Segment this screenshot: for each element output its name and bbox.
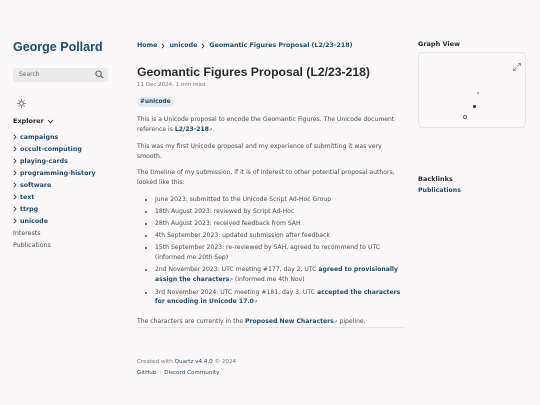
breadcrumb-current: Geomantic Figures Proposal (L2/23-218): [209, 42, 353, 49]
breadcrumb: Home unicode Geomantic Figures Proposal …: [137, 42, 353, 49]
list-item: 28th August 2023: received feedback from…: [155, 219, 405, 229]
search-input[interactable]: Search: [13, 68, 108, 82]
explorer-folder-unicode[interactable]: unicode: [13, 215, 96, 227]
site-title[interactable]: George Pollard: [13, 40, 103, 54]
search-placeholder: Search: [19, 71, 40, 78]
explorer-toggle[interactable]: Explorer: [13, 117, 54, 125]
footer-separator: |: [159, 370, 162, 376]
github-link[interactable]: GitHub: [137, 370, 156, 376]
chevron-right-icon: [13, 146, 17, 152]
folder-label: occult-computing: [20, 145, 82, 153]
external-link-icon: ↗: [208, 127, 213, 133]
timeline-list: June 2023: submitted to the Unicode Scri…: [137, 195, 405, 309]
created-with-text: Created with: [137, 359, 173, 365]
explorer-folder-text[interactable]: text: [13, 191, 96, 203]
folder-label: software: [20, 181, 52, 189]
chevron-right-icon: [13, 134, 17, 140]
graph-node[interactable]: [477, 92, 479, 94]
chevron-right-icon: [201, 43, 205, 48]
chevron-right-icon: [161, 43, 166, 48]
file-label: Publications: [13, 241, 51, 249]
graph-view[interactable]: [418, 52, 526, 128]
explorer-folder-ttrpg[interactable]: ttrpg: [13, 203, 96, 215]
folder-label: campaigns: [20, 133, 59, 141]
graph-view-heading: Graph View: [418, 40, 461, 48]
graph-node-current[interactable]: [473, 105, 476, 108]
explorer-folder-occult-computing[interactable]: occult-computing: [13, 143, 96, 155]
breadcrumb-unicode[interactable]: unicode: [169, 42, 197, 49]
explorer-folder-campaigns[interactable]: campaigns: [13, 131, 96, 143]
explorer-heading: Explorer: [13, 117, 44, 125]
backlink-publications[interactable]: Publications: [418, 187, 461, 194]
discord-link[interactable]: Discord Community: [164, 370, 219, 376]
list-item: 18th August 2023: reviewed by Script Ad-…: [155, 207, 405, 217]
doc-ref-link[interactable]: L2/23-218: [175, 126, 209, 133]
folder-label: programming-history: [20, 169, 96, 177]
theme-toggle-sun-icon[interactable]: [17, 93, 26, 112]
explorer-tree: campaigns occult-computing playing-cards…: [13, 131, 96, 251]
explorer-folder-software[interactable]: software: [13, 179, 96, 191]
graph-node[interactable]: [463, 115, 467, 119]
article-body: This is a Unicode proposal to encode the…: [137, 115, 405, 335]
closing-text: pipeline.: [339, 318, 366, 326]
chevron-right-icon: [13, 170, 17, 176]
chevron-right-icon: [13, 158, 17, 164]
chevron-down-icon: [47, 119, 54, 123]
proposed-new-characters-link[interactable]: Proposed New Characters: [245, 318, 334, 325]
backlinks-heading: Backlinks: [418, 175, 453, 183]
tag-unicode[interactable]: #unicode: [137, 97, 174, 107]
explorer-folder-playing-cards[interactable]: playing-cards: [13, 155, 96, 167]
explorer-folder-programming-history[interactable]: programming-history: [13, 167, 96, 179]
divider: [137, 327, 405, 328]
experience-paragraph: This was my first Unicode proposal and m…: [137, 143, 382, 160]
article-meta: 11 Dec 2024, 1 min read: [137, 82, 206, 88]
article-date: 11 Dec 2024: [137, 82, 173, 88]
timeline-text: 2nd November 2023: UTC meeting #177, day…: [155, 266, 317, 274]
folder-label: unicode: [20, 217, 48, 225]
external-link-icon: ↗: [333, 320, 338, 326]
chevron-right-icon: [13, 182, 17, 188]
footer-credit: Created with Quartz v4.4.0 © 2024: [137, 357, 236, 368]
footer-links: GitHub | Discord Community: [137, 368, 236, 379]
file-label: Interests: [13, 229, 41, 237]
list-item: June 2023: submitted to the Unicode Scri…: [155, 195, 405, 205]
folder-label: ttrpg: [20, 205, 39, 213]
explorer-file-publications[interactable]: Publications: [13, 239, 96, 251]
list-item: 4th September 2023: updated submission a…: [155, 231, 405, 241]
search-icon: [95, 70, 104, 81]
list-item: 3rd November 2024: UTC meeting #181, day…: [155, 288, 405, 308]
external-link-icon: ↗: [229, 277, 234, 283]
footer: Created with Quartz v4.4.0 © 2024 GitHub…: [137, 357, 236, 379]
list-item: 2nd November 2023: UTC meeting #177, day…: [155, 265, 405, 285]
read-time: 1 min read: [175, 82, 206, 88]
external-link-icon: ↗: [253, 300, 258, 306]
explorer-file-interests[interactable]: Interests: [13, 227, 96, 239]
list-item: 15th September 2023: re-reviewed by SAH,…: [155, 243, 405, 262]
intro-paragraph: This is a Unicode proposal to encode the…: [137, 116, 395, 133]
chevron-right-icon: [13, 206, 17, 212]
timeline-text: 3rd November 2024: UTC meeting #181, day…: [155, 288, 316, 296]
chevron-right-icon: [13, 194, 17, 200]
timeline-text: (informed me 4th Nov): [234, 275, 305, 283]
breadcrumb-home[interactable]: Home: [137, 42, 157, 49]
page-title: Geomantic Figures Proposal (L2/23-218): [137, 65, 370, 79]
folder-label: playing-cards: [20, 157, 68, 165]
timeline-intro: The timeline of my submission, if it is …: [137, 169, 395, 186]
quartz-link[interactable]: Quartz v4.4.0: [175, 359, 213, 365]
expand-graph-icon[interactable]: [513, 56, 521, 75]
closing-text: The characters are currently in the: [137, 318, 244, 326]
copyright-year: © 2024: [214, 359, 237, 365]
chevron-right-icon: [13, 218, 17, 224]
folder-label: text: [20, 193, 35, 201]
